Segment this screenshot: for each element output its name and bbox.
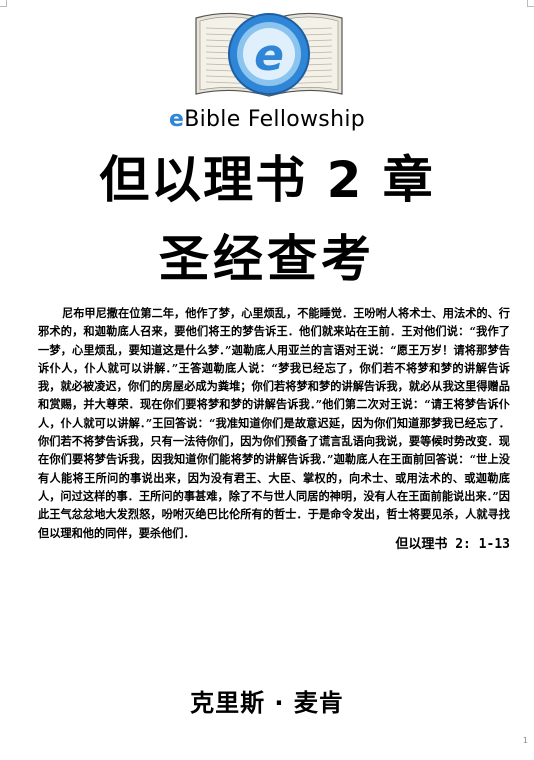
page-corner-mark-left — [0, 0, 7, 7]
brand-prefix: e — [169, 107, 185, 132]
scripture-reference: 但以理书 2: 1-13 — [395, 537, 510, 552]
bible-logo-icon: e — [195, 12, 343, 97]
page-corner-mark-right — [527, 0, 534, 7]
logo-letter: e — [254, 30, 284, 81]
brand-name: eBible Fellowship — [0, 107, 534, 132]
author-name: 克里斯 · 麦肯 — [190, 689, 344, 717]
brand-rest: Bible Fellowship — [184, 107, 365, 132]
scripture-passage: 尼布甲尼撒在位第二年，他作了梦，心里烦乱，不能睡觉．王吩咐人将术士、用法术的、行… — [38, 306, 510, 540]
page-subtitle: 圣经查考 — [159, 230, 375, 288]
page-title: 但以理书 2 章 — [99, 151, 435, 209]
page-number: 1 — [522, 736, 528, 745]
